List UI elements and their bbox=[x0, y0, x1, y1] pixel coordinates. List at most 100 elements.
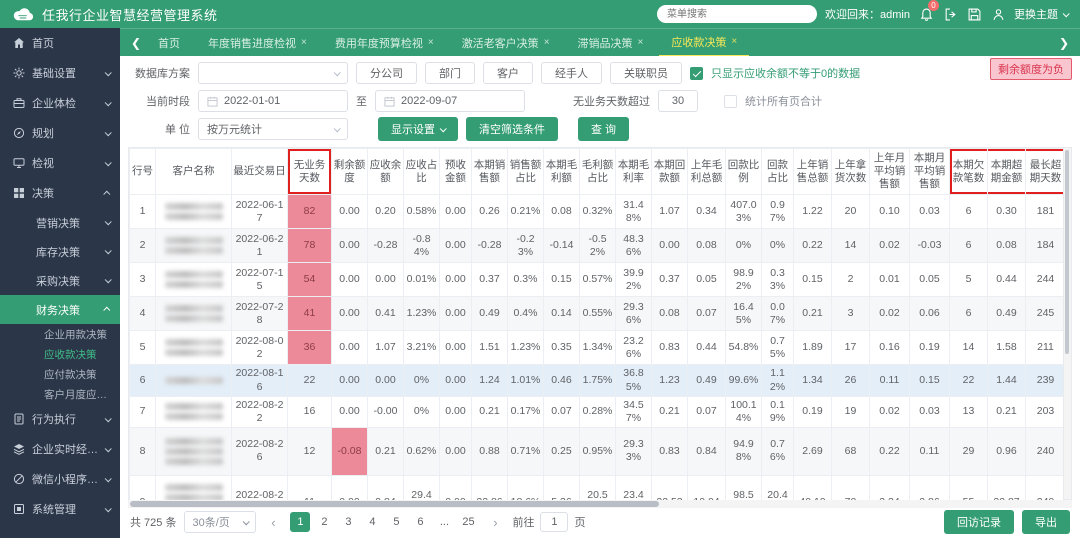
scope-button-经手人[interactable]: 经手人 bbox=[541, 62, 602, 84]
table-cell: 0.34 bbox=[688, 195, 726, 229]
close-tab-icon[interactable]: × bbox=[428, 37, 434, 48]
table-cell: 0.88 bbox=[472, 427, 508, 475]
sidebar-item-label: 营销决策 bbox=[36, 215, 98, 231]
scope-button-分公司[interactable]: 分公司 bbox=[356, 62, 417, 84]
page-4[interactable]: 4 bbox=[362, 512, 382, 532]
theme-switch[interactable]: 更换主题 bbox=[1014, 6, 1068, 22]
scope-button-客户[interactable]: 客户 bbox=[483, 62, 533, 84]
sidebar-item-企业体检[interactable]: 企业体检 bbox=[0, 88, 120, 118]
table-cell: 20.49% bbox=[762, 475, 794, 500]
close-tab-icon[interactable]: × bbox=[544, 37, 550, 48]
table-cell: 0.22 bbox=[794, 229, 832, 263]
sidebar-item-决策[interactable]: 决策 bbox=[0, 178, 120, 208]
table-row[interactable]: 52022-08-02360.001.073.21%0.001.511.23%0… bbox=[130, 331, 1065, 365]
goto-page-input[interactable] bbox=[540, 512, 568, 532]
negative-credit-alert-badge[interactable]: 剩余额度为负 bbox=[990, 58, 1072, 80]
page-1[interactable]: 1 bbox=[290, 512, 310, 532]
col-header-本期欠款笔数: 本期欠款笔数 bbox=[950, 149, 988, 195]
horizontal-scrollbar-thumb[interactable] bbox=[130, 501, 659, 507]
close-tab-icon[interactable]: × bbox=[638, 37, 644, 48]
scope-button-部门[interactable]: 部门 bbox=[425, 62, 475, 84]
app-title: 任我行企业智慧经营管理系统 bbox=[42, 5, 218, 24]
table-cell: 0.20 bbox=[368, 195, 404, 229]
sidebar-item-微信小程序应用[interactable]: 微信小程序应用 bbox=[0, 464, 120, 494]
col-header-回款比例: 回款比例 bbox=[726, 149, 762, 195]
display-settings-button[interactable]: 显示设置 bbox=[378, 117, 458, 141]
table-cell: 22.53 bbox=[652, 475, 688, 500]
table-row[interactable]: 22022-06-21780.00-0.28-0.84%0.00-0.28-0.… bbox=[130, 229, 1065, 263]
page-25[interactable]: 25 bbox=[458, 512, 478, 532]
tab-应收款决策[interactable]: 应收款决策× bbox=[659, 29, 749, 57]
close-tab-icon[interactable]: × bbox=[301, 37, 307, 48]
tab-年度销售进度检视[interactable]: 年度销售进度检视 × bbox=[196, 29, 319, 57]
sidebar-item-行为执行[interactable]: 行为执行 bbox=[0, 404, 120, 434]
sidebar-item-企业用款决策[interactable]: 企业用款决策 bbox=[0, 324, 120, 344]
vertical-scrollbar[interactable] bbox=[1064, 147, 1072, 500]
sidebar-item-企业实时经营数据[interactable]: 企业实时经营数据 bbox=[0, 434, 120, 464]
page-3[interactable]: 3 bbox=[338, 512, 358, 532]
sidebar-item-基础设置[interactable]: 基础设置 bbox=[0, 58, 120, 88]
table-row[interactable]: 42022-07-28410.000.411.23%0.000.490.4%0.… bbox=[130, 297, 1065, 331]
table-cell: 1.58 bbox=[988, 331, 1026, 365]
next-page-icon[interactable]: › bbox=[486, 515, 504, 530]
date-from-input[interactable]: 2022-01-01 bbox=[198, 90, 348, 112]
table-row[interactable]: 72022-08-22160.00-0.000%0.000.210.17%0.0… bbox=[130, 396, 1065, 427]
table-cell: 40.10 bbox=[794, 475, 832, 500]
table-cell: 0.00 bbox=[652, 229, 688, 263]
vertical-scrollbar-thumb[interactable] bbox=[1065, 150, 1069, 354]
table-cell: 0.07 bbox=[688, 396, 726, 427]
table-cell: -0.08 bbox=[332, 427, 368, 475]
table-row[interactable]: 32022-07-15540.000.000.01%0.000.370.3%0.… bbox=[130, 263, 1065, 297]
table-row[interactable]: 12022-06-17820.000.200.58%0.000.260.21%0… bbox=[130, 195, 1065, 229]
close-tab-icon[interactable]: × bbox=[731, 36, 737, 47]
sidebar-item-客户月度应收分析[interactable]: 客户月度应收分析 bbox=[0, 384, 120, 404]
tab-激活老客户决策[interactable]: 激活老客户决策× bbox=[450, 29, 562, 57]
horizontal-scrollbar[interactable] bbox=[128, 500, 1072, 508]
page-6[interactable]: 6 bbox=[410, 512, 430, 532]
sidebar-item-财务决策[interactable]: 财务决策 bbox=[0, 295, 120, 324]
save-icon[interactable] bbox=[966, 6, 982, 22]
sidebar-item-系统管理[interactable]: 系统管理 bbox=[0, 494, 120, 524]
tab-费用年度预算检视[interactable]: 费用年度预算检视× bbox=[323, 29, 446, 57]
table-row[interactable]: 92022-08-27110.009.8429.47%0.0022.8618.6… bbox=[130, 475, 1065, 500]
sidebar-item-应付款决策[interactable]: 应付款决策 bbox=[0, 364, 120, 384]
date-to-input[interactable]: 2022-09-07 bbox=[375, 90, 525, 112]
sidebar-item-label: 行为执行 bbox=[32, 411, 98, 427]
db-scheme-select[interactable] bbox=[198, 62, 348, 84]
table-row[interactable]: 82022-08-2612-0.080.210.62%0.000.880.71%… bbox=[130, 427, 1065, 475]
prev-page-icon[interactable]: ‹ bbox=[264, 515, 282, 530]
tab-首页[interactable]: 首页 bbox=[146, 29, 192, 57]
pagination-bar: 共 725 条 30条/页 ‹ 123456...25 › 前往 页 回访记录 bbox=[128, 508, 1072, 538]
logout-icon[interactable] bbox=[942, 6, 958, 22]
sidebar-item-规划[interactable]: 规划 bbox=[0, 118, 120, 148]
sidebar-item-应收款决策[interactable]: 应收款决策 bbox=[0, 344, 120, 364]
user-profile-icon[interactable] bbox=[990, 6, 1006, 22]
visit-record-button[interactable]: 回访记录 bbox=[944, 510, 1014, 534]
unit-select[interactable]: 按万元统计 bbox=[198, 118, 348, 140]
query-button[interactable]: 查 询 bbox=[578, 117, 629, 141]
col-header-本期毛利率: 本期毛利率 bbox=[616, 149, 652, 195]
sidebar-item-采购决策[interactable]: 采购决策 bbox=[0, 266, 120, 295]
no-business-days: 82 bbox=[288, 195, 332, 229]
page-2[interactable]: 2 bbox=[314, 512, 334, 532]
tab-scroll-left-icon[interactable]: ❮ bbox=[128, 36, 144, 50]
page-5[interactable]: 5 bbox=[386, 512, 406, 532]
tab-scroll-right-icon[interactable]: ❯ bbox=[1056, 36, 1072, 50]
sidebar-item-库存决策[interactable]: 库存决策 bbox=[0, 237, 120, 266]
sidebar-item-首页[interactable]: 首页 bbox=[0, 28, 120, 58]
clear-filters-button[interactable]: 清空筛选条件 bbox=[466, 117, 558, 141]
table-row[interactable]: 62022-08-16220.000.000%0.001.241.01%0.46… bbox=[130, 365, 1065, 396]
page-size-select[interactable]: 30条/页 bbox=[184, 511, 256, 533]
sidebar-item-检视[interactable]: 检视 bbox=[0, 148, 120, 178]
menu-search-input[interactable] bbox=[657, 5, 817, 23]
only-nonzero-balance-checkbox[interactable] bbox=[690, 67, 703, 80]
scope-button-关联职员[interactable]: 关联职员 bbox=[610, 62, 682, 84]
no-business-days-input[interactable] bbox=[658, 90, 698, 112]
notification-bell-icon[interactable]: 0 bbox=[918, 6, 934, 22]
tab-label: 年度销售进度检视 bbox=[208, 35, 296, 51]
export-button[interactable]: 导出 bbox=[1022, 510, 1070, 534]
chevron-down-icon bbox=[105, 218, 112, 225]
all-pages-total-checkbox[interactable] bbox=[724, 95, 737, 108]
sidebar-item-营销决策[interactable]: 营销决策 bbox=[0, 208, 120, 237]
tab-滞销品决策[interactable]: 滞销品决策× bbox=[566, 29, 656, 57]
